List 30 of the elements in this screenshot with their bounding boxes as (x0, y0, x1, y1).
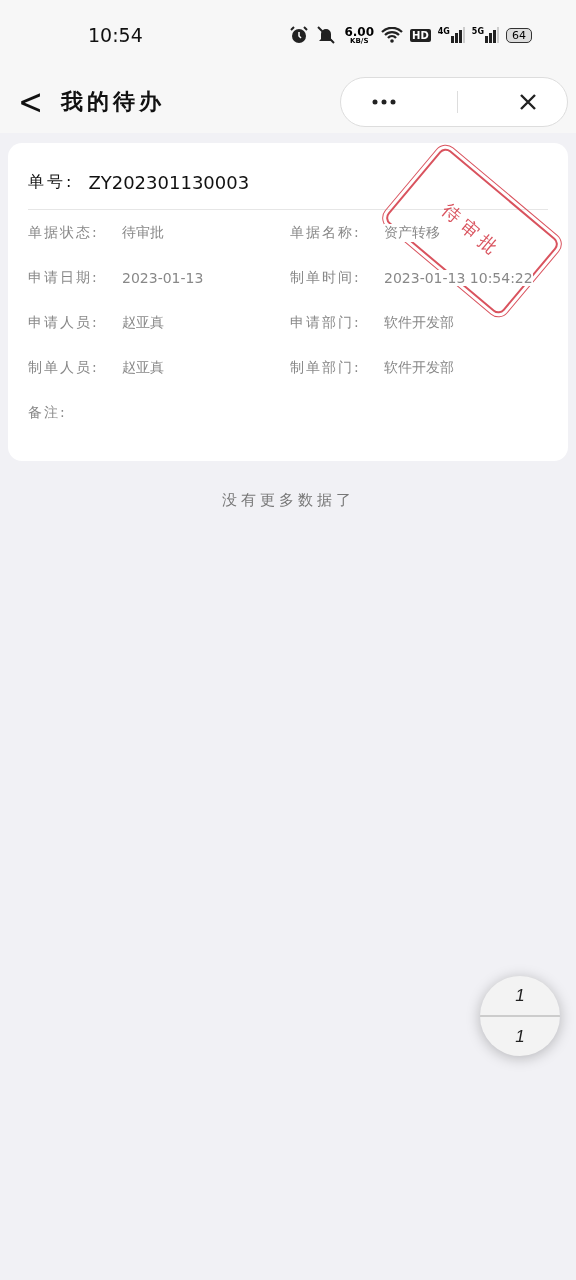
field-label: 制单时间: (290, 268, 362, 287)
clock-time: 10:54 (88, 24, 143, 46)
field-label: 申请人员: (28, 313, 100, 332)
wifi-icon (381, 27, 404, 43)
order-number: ZY202301130003 (88, 171, 250, 193)
field-value: 2023-01-13 10:54:22 (384, 269, 533, 286)
field-value: 软件开发部 (384, 358, 454, 377)
more-icon[interactable] (371, 98, 396, 105)
field-label: 单据状态: (28, 223, 100, 242)
field-label: 单号: (28, 171, 75, 193)
order-card[interactable]: 单号: ZY202301130003 单据状态: 待审批 单据名称: 资产转移 申请日期: 2023-01-13 制单时间: 2023-01-13 10:54:22 申请人员: 赵亚真 申请部门: 软件开发部 制单人员: 赵亚真 制单部门: 软件开发部 备注: 待审批 (8, 143, 568, 461)
field-label: 制单部门: (290, 358, 362, 377)
field-label: 单据名称: (290, 223, 362, 242)
field-value: 软件开发部 (384, 313, 454, 332)
field-value: 赵亚真 (122, 313, 164, 332)
hd-badge: HD (410, 28, 431, 42)
close-icon[interactable] (518, 92, 537, 111)
back-button[interactable]: < (12, 80, 50, 123)
battery-indicator: 64 (506, 27, 532, 43)
page-title: 我的待办 (61, 87, 166, 116)
alarm-icon (290, 26, 309, 44)
field-label: 申请日期: (28, 268, 100, 287)
field-value: 赵亚真 (122, 358, 164, 377)
page-indicator[interactable]: 1 1 (480, 976, 560, 1056)
field-label: 申请部门: (290, 313, 362, 332)
field-label: 备注: (28, 403, 68, 422)
field-value: 待审批 (122, 223, 164, 242)
end-message: 没有更多数据了 (220, 491, 356, 510)
field-label: 制单人员: (28, 358, 100, 377)
field-value: 资产转移 (384, 223, 440, 242)
